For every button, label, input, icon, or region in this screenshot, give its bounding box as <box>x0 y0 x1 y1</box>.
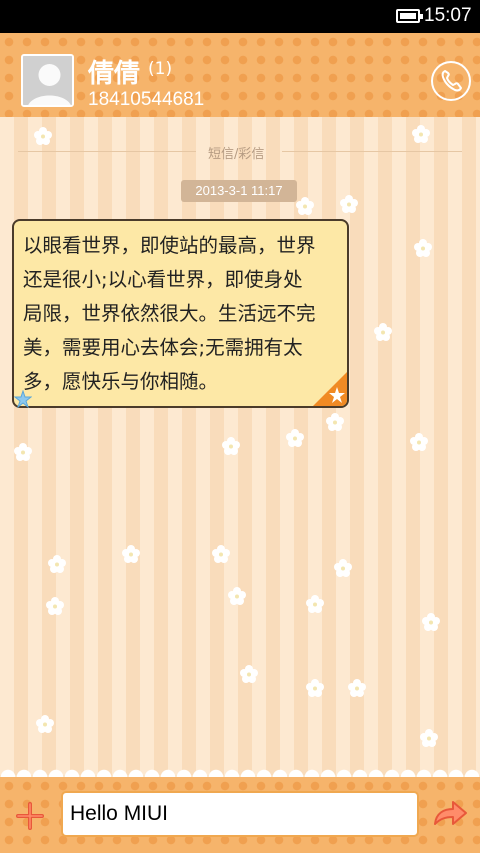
plus-icon[interactable] <box>14 800 46 832</box>
star-corner-icon <box>313 372 347 406</box>
message-line: 还是很小;以心看世界，即使身处 <box>23 268 303 291</box>
blue-star-icon <box>14 390 32 408</box>
flower-decoration <box>48 555 66 573</box>
flower-decoration <box>412 125 430 143</box>
flower-decoration <box>212 545 230 563</box>
flower-decoration <box>36 715 54 733</box>
message-line: 局限，世界依然很大。生活远不完 <box>23 302 316 325</box>
contact-number: 18410544681 <box>88 89 205 110</box>
flower-decoration <box>240 665 258 683</box>
status-time: 15:07 <box>424 5 472 26</box>
contact-avatar[interactable] <box>21 54 74 107</box>
contact-name: 倩倩 <box>88 59 141 89</box>
flower-decoration <box>334 559 352 577</box>
send-arrow-icon[interactable] <box>432 798 468 832</box>
message-list[interactable] <box>0 117 480 775</box>
flower-decoration <box>296 197 314 215</box>
flower-decoration <box>46 597 64 615</box>
phone-icon <box>441 70 462 92</box>
flower-decoration <box>410 433 428 451</box>
status-bar: 15:07 <box>0 0 480 33</box>
call-button[interactable] <box>431 61 471 101</box>
divider-line <box>18 151 196 152</box>
flower-decoration <box>286 429 304 447</box>
message-timestamp: 2013-3-1 11:17 <box>181 180 297 202</box>
flower-decoration <box>34 127 52 145</box>
flower-decoration <box>306 679 324 697</box>
message-line: 美，需要用心去体会;无需拥有太 <box>23 336 303 359</box>
person-icon <box>23 56 72 105</box>
flower-decoration <box>228 587 246 605</box>
battery-icon <box>396 9 423 23</box>
flower-decoration <box>306 595 324 613</box>
unread-count: (1) <box>148 59 173 79</box>
message-input[interactable]: Hello MIUI <box>61 791 419 837</box>
flower-decoration <box>326 413 344 431</box>
battery-level <box>400 13 416 19</box>
flower-decoration <box>420 729 438 747</box>
lace-divider <box>0 765 480 777</box>
flower-decoration <box>222 437 240 455</box>
flower-decoration <box>414 239 432 257</box>
message-text: 以眼看世界，即使站的最高，世界 还是很小;以心看世界，即使身处 局限，世界依然很… <box>23 229 339 399</box>
flower-decoration <box>374 323 392 341</box>
flower-decoration <box>340 195 358 213</box>
message-type-label: 短信/彩信 <box>208 147 265 162</box>
message-line: 以眼看世界，即使站的最高，世界 <box>23 234 316 257</box>
flower-decoration <box>122 545 140 563</box>
received-message-bubble[interactable]: 以眼看世界，即使站的最高，世界 还是很小;以心看世界，即使身处 局限，世界依然很… <box>12 219 349 408</box>
message-line: 多，愿快乐与你相随。 <box>23 370 219 393</box>
flower-decoration <box>422 613 440 631</box>
flower-decoration <box>348 679 366 697</box>
divider-line <box>282 151 462 152</box>
flower-decoration <box>14 443 32 461</box>
